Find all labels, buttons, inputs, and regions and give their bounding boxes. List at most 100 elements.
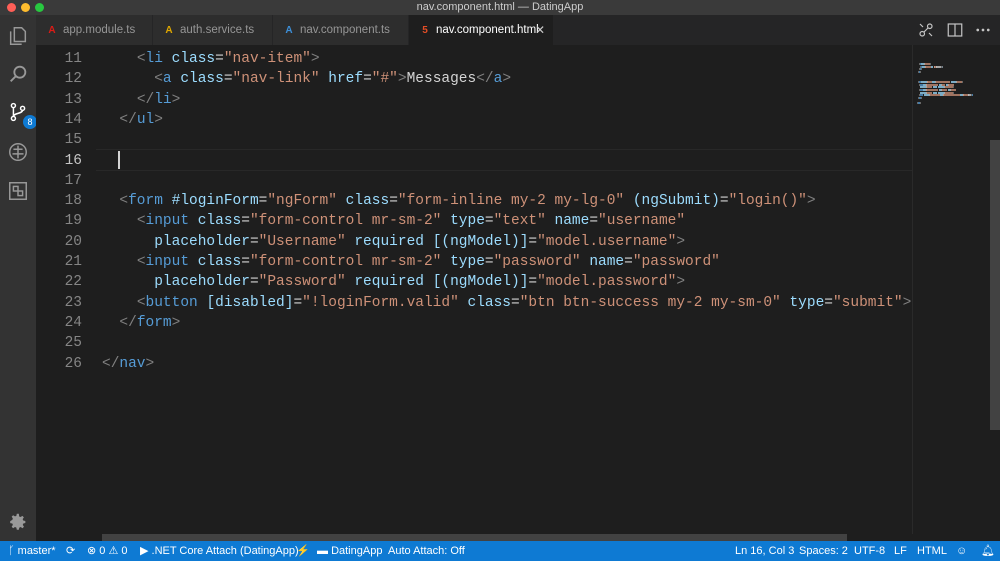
extensions-icon[interactable]	[7, 180, 29, 202]
minimap-token	[942, 65, 944, 68]
code-text: <button [disabled]="!loginForm.valid" cl…	[136, 294, 912, 311]
html5-icon: 5	[422, 25, 428, 36]
code-line[interactable]: 25	[36, 333, 912, 353]
sync-icon[interactable]: ⟳	[66, 541, 75, 561]
code-line[interactable]: 18 <form #loginForm="ngForm" class="form…	[36, 191, 912, 211]
code-text: <input class="form-control mr-sm-2" type…	[136, 213, 686, 230]
minimap-token	[921, 96, 923, 99]
line-number: 11	[64, 51, 82, 67]
code-line[interactable]: 13 </li>	[36, 90, 912, 110]
minimap-token	[925, 65, 931, 68]
code-text: <input class="form-control mr-sm-2" type…	[136, 254, 720, 270]
warning-count: 0	[121, 545, 128, 557]
notifications-bell-icon[interactable]: 🔔︎	[981, 541, 995, 561]
code-line[interactable]: 24 </form>	[36, 313, 912, 333]
line-number: 17	[64, 172, 82, 189]
line-number: 14	[64, 111, 82, 128]
code-line[interactable]: 14 </ul>	[36, 110, 912, 130]
code-line[interactable]: 26 </nav>	[36, 354, 912, 374]
minimap-token	[929, 94, 940, 97]
folder-label: DatingApp	[331, 545, 383, 557]
line-number: 12	[64, 71, 82, 88]
minimize-window-button[interactable]	[21, 3, 30, 12]
tab-nav-component-html[interactable]: 5 nav.component.html ✕	[409, 15, 554, 45]
branch-status[interactable]: ᚴ master*	[8, 541, 56, 561]
problems-status[interactable]: ⊗ 0 ⚠ 0	[87, 541, 128, 561]
vertical-scrollbar-thumb[interactable]	[990, 140, 1000, 430]
code-line[interactable]: 15	[36, 130, 912, 150]
line-number: 18	[64, 193, 82, 210]
open-changes-icon[interactable]	[917, 21, 935, 39]
code-text: <form #loginForm="ngForm" class="form-in…	[119, 193, 816, 210]
code-line[interactable]: 16	[36, 151, 912, 171]
minimap-token	[943, 94, 960, 97]
code-line[interactable]: 19 <input class="form-control mr-sm-2" t…	[36, 211, 912, 231]
angular-icon: A	[48, 25, 56, 36]
line-number: 13	[64, 91, 82, 108]
line-number: 19	[64, 213, 82, 230]
close-window-button[interactable]	[7, 3, 16, 12]
code-line[interactable]: 22 placeholder="Password" required [(ngM…	[36, 272, 912, 292]
cursor-position-status[interactable]: Ln 16, Col 3	[735, 541, 794, 561]
language-mode-status[interactable]: HTML	[917, 541, 947, 561]
minimap-token	[920, 70, 922, 73]
code-text: </ul>	[119, 111, 163, 128]
close-tab-icon[interactable]: ✕	[535, 15, 545, 45]
tab-label: auth.service.ts	[180, 24, 255, 36]
live-share-icon[interactable]: ⚡	[296, 541, 310, 561]
settings-gear-icon[interactable]	[7, 511, 29, 533]
code-line[interactable]: 17	[36, 171, 912, 191]
minimap-token	[972, 94, 974, 97]
status-bar: ᚴ master* ⟳ ⊗ 0 ⚠ 0 ▶ .NET Core Attach (…	[0, 541, 1000, 561]
debug-icon[interactable]	[7, 141, 29, 163]
title-bar: nav.component.html — DatingApp	[0, 0, 1000, 15]
code-line[interactable]: 20 placeholder="Username" required [(ngM…	[36, 232, 912, 252]
debug-config-status[interactable]: ▶ .NET Core Attach (DatingApp)	[140, 541, 299, 561]
indentation-status[interactable]: Spaces: 2	[799, 541, 848, 561]
code-text: <a class="nav-link" href="#">Messages</a…	[154, 71, 512, 88]
code-text: </nav>	[102, 355, 155, 372]
encoding-status[interactable]: UTF-8	[854, 541, 885, 561]
tab-auth-service[interactable]: Aauth.service.ts	[153, 15, 273, 45]
code-text: placeholder="Username" required [(ngMode…	[154, 233, 686, 250]
code-line[interactable]: 11 <li class="nav-item">	[36, 49, 912, 69]
line-number: 25	[64, 335, 82, 352]
explorer-icon[interactable]	[7, 25, 29, 47]
folder-status[interactable]: ▬ DatingApp	[317, 541, 382, 561]
split-editor-icon[interactable]	[946, 21, 964, 39]
debug-config-label: .NET Core Attach (DatingApp)	[151, 545, 299, 557]
tab-label: nav.component.html	[436, 24, 539, 36]
code-editor[interactable]: 11 <li class="nav-item"> 12 <a class="nav…	[36, 45, 912, 534]
code-line[interactable]: 21 <input class="form-control mr-sm-2" t…	[36, 252, 912, 272]
line-number: 21	[64, 254, 82, 270]
code-text: placeholder="Password" required [(ngMode…	[154, 274, 686, 291]
zoom-window-button[interactable]	[35, 3, 44, 12]
eol-status[interactable]: LF	[894, 541, 907, 561]
tab-label: nav.component.ts	[300, 24, 390, 36]
code-line[interactable]: 23 <button [disabled]="!loginForm.valid"…	[36, 293, 912, 313]
editor-tab-bar: Aapp.module.ts Aauth.service.ts Anav.com…	[36, 15, 1000, 45]
code-line[interactable]: 12 <a class="nav-link" href="#">Messages…	[36, 69, 912, 89]
minimap-token	[961, 81, 963, 84]
line-number: 20	[64, 233, 82, 250]
more-actions-icon[interactable]	[974, 21, 992, 39]
minimap-token	[921, 68, 923, 71]
window-title: nav.component.html — DatingApp	[416, 1, 584, 13]
line-number: 24	[64, 314, 82, 331]
error-count: 0	[99, 545, 106, 557]
activity-bar: 8	[0, 15, 37, 541]
search-icon[interactable]	[7, 63, 29, 85]
horizontal-scrollbar-thumb[interactable]	[102, 534, 847, 541]
minimap[interactable]	[912, 45, 991, 534]
tab-nav-component-ts[interactable]: Anav.component.ts	[273, 15, 409, 45]
tab-label: app.module.ts	[63, 24, 136, 36]
auto-attach-status[interactable]: Auto Attach: Off	[388, 541, 465, 561]
minimap-token	[919, 102, 921, 104]
angular-icon: A	[285, 25, 293, 36]
branch-name: master*	[17, 545, 56, 557]
tab-app-module[interactable]: Aapp.module.ts	[36, 15, 153, 45]
source-control-icon[interactable]: 8	[7, 101, 37, 129]
code-text: </form>	[119, 314, 181, 331]
vertical-scrollbar[interactable]	[990, 45, 1000, 534]
feedback-smiley-icon[interactable]: ☺	[956, 541, 967, 561]
